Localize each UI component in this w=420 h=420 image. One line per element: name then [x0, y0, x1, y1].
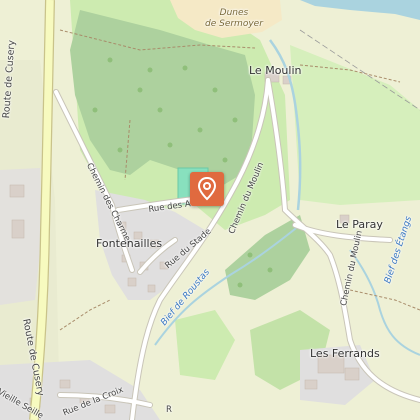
label-le-moulin: Le Moulin	[249, 64, 302, 77]
label-dunes-line1: Dunes	[219, 8, 249, 18]
map-canvas[interactable]: Dunes de Sermoyer Le Moulin Route de Cus…	[0, 0, 420, 420]
label-dunes: Dunes de Sermoyer	[205, 8, 263, 31]
label-le-paray: Le Paray	[336, 218, 383, 231]
label-fontenailles: Fontenailles	[96, 237, 163, 250]
label-les-ferrands: Les Ferrands	[310, 347, 380, 360]
label-dunes-line2: de Sermoyer	[205, 19, 263, 30]
map-pin-icon	[197, 177, 217, 201]
location-marker[interactable]	[190, 172, 224, 206]
label-road-r: R	[166, 405, 172, 415]
